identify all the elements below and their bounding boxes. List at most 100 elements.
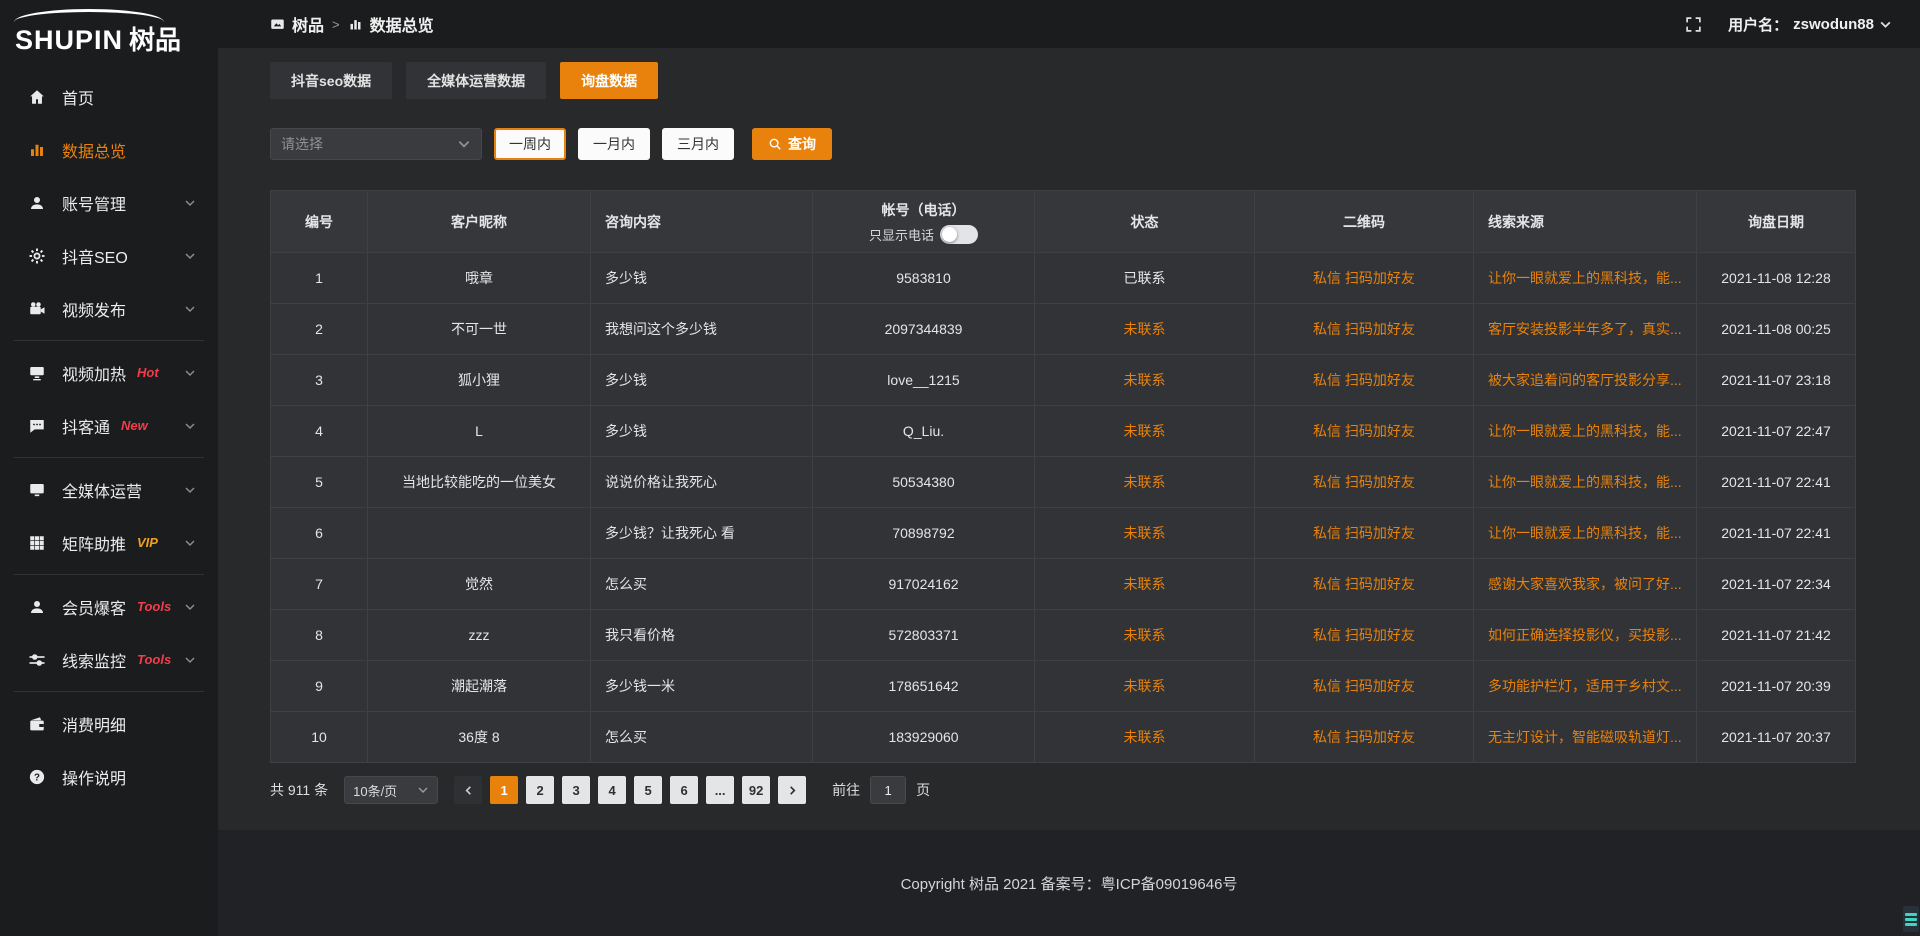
logo-text-en: SHUPIN xyxy=(15,25,123,55)
sidebar-item-douyin-seo[interactable]: 抖音SEO xyxy=(0,229,218,282)
sidebar-item-omnimedia[interactable]: 全媒体运营 xyxy=(0,463,218,516)
page-button-3[interactable]: 3 xyxy=(562,776,590,804)
sidebar-item-home[interactable]: 首页 xyxy=(0,70,218,123)
sidebar-item-instructions[interactable]: ? 操作说明 xyxy=(0,750,218,803)
cell-source-link[interactable]: 被大家追着问的客厅投影分享... xyxy=(1474,355,1697,406)
bar-chart-icon xyxy=(27,140,47,160)
cell-date: 2021-11-07 22:47 xyxy=(1697,406,1856,457)
cell-source-link[interactable]: 多功能护栏灯，适用于乡村文... xyxy=(1474,661,1697,712)
sidebar-item-consumption-detail[interactable]: 消费明细 xyxy=(0,697,218,750)
goto-page-input[interactable] xyxy=(870,776,906,804)
page-button-92[interactable]: 92 xyxy=(742,776,770,804)
cell-content: 多少钱 xyxy=(591,355,813,406)
cell-account: 9583810 xyxy=(813,253,1035,304)
tab-douyin-seo-data[interactable]: 抖音seo数据 xyxy=(270,62,392,99)
cell-qrcode-link[interactable]: 私信 扫码加好友 xyxy=(1255,712,1474,763)
cell-date: 2021-11-07 23:18 xyxy=(1697,355,1856,406)
tab-omnimedia-data[interactable]: 全媒体运营数据 xyxy=(406,62,546,99)
header-id: 编号 xyxy=(271,191,368,253)
cell-qrcode-link[interactable]: 私信 扫码加好友 xyxy=(1255,610,1474,661)
phone-only-toggle[interactable] xyxy=(940,225,978,244)
chevron-down-icon xyxy=(1879,18,1892,31)
cell-qrcode-link[interactable]: 私信 扫码加好友 xyxy=(1255,661,1474,712)
user-menu[interactable]: 用户名：zswodun88 xyxy=(1728,14,1892,35)
sidebar-item-douketong[interactable]: 抖客通 New xyxy=(0,399,218,452)
breadcrumb-home[interactable]: 树品 xyxy=(270,12,324,36)
tab-inquiry-data[interactable]: 询盘数据 xyxy=(560,62,658,99)
page-button-1[interactable]: 1 xyxy=(490,776,518,804)
hot-badge: Hot xyxy=(137,365,159,380)
sidebar-item-account-management[interactable]: 账号管理 xyxy=(0,176,218,229)
sidebar: SHUPIN树品 首页 数据总览 账号管理 抖音SEO xyxy=(0,0,218,936)
cell-id: 2 xyxy=(271,304,368,355)
page-button-2[interactable]: 2 xyxy=(526,776,554,804)
range-month-button[interactable]: 一月内 xyxy=(578,128,650,160)
cell-qrcode-link[interactable]: 私信 扫码加好友 xyxy=(1255,508,1474,559)
vip-badge: VIP xyxy=(137,535,158,550)
cell-qrcode-link[interactable]: 私信 扫码加好友 xyxy=(1255,253,1474,304)
cell-source-link[interactable]: 如何正确选择投影仪，买投影... xyxy=(1474,610,1697,661)
cell-qrcode-link[interactable]: 私信 扫码加好友 xyxy=(1255,355,1474,406)
cell-status-badge: 未联系 xyxy=(1035,712,1255,763)
page-button-6[interactable]: 6 xyxy=(670,776,698,804)
tools-badge: Tools xyxy=(137,652,171,667)
cell-id: 3 xyxy=(271,355,368,406)
fullscreen-icon[interactable] xyxy=(1685,16,1702,33)
sidebar-item-video-publish[interactable]: 视频发布 xyxy=(0,282,218,335)
topbar: 树品 > 数据总览 用户名：zswodun88 xyxy=(218,0,1920,48)
chevron-down-icon xyxy=(184,654,196,666)
next-page-button[interactable] xyxy=(778,776,806,804)
cell-date: 2021-11-07 20:39 xyxy=(1697,661,1856,712)
sidebar-item-label: 操作说明 xyxy=(62,765,126,789)
search-button[interactable]: 查询 xyxy=(752,128,832,160)
cell-source-link[interactable]: 让你一眼就爱上的黑科技，能... xyxy=(1474,457,1697,508)
range-quarter-button[interactable]: 三月内 xyxy=(662,128,734,160)
cell-source-link[interactable]: 让你一眼就爱上的黑科技，能... xyxy=(1474,253,1697,304)
cell-account: 572803371 xyxy=(813,610,1035,661)
cell-nickname: 36度 8 xyxy=(368,712,591,763)
cell-qrcode-link[interactable]: 私信 扫码加好友 xyxy=(1255,406,1474,457)
sidebar-item-matrix-boost[interactable]: 矩阵助推 VIP xyxy=(0,516,218,569)
sidebar-item-label: 矩阵助推 xyxy=(62,531,126,555)
table-row: 8 zzz 我只看价格 572803371 未联系 私信 扫码加好友 如何正确选… xyxy=(271,610,1856,661)
sidebar-item-label: 线索监控 xyxy=(62,648,126,672)
person-icon xyxy=(27,597,47,617)
breadcrumb-current-label: 数据总览 xyxy=(370,12,434,36)
cell-source-link[interactable]: 客厅安装投影半年多了，真实... xyxy=(1474,304,1697,355)
cell-source-link[interactable]: 让你一眼就爱上的黑科技，能... xyxy=(1474,406,1697,457)
page-button-5[interactable]: 5 xyxy=(634,776,662,804)
chevron-left-icon xyxy=(463,785,474,796)
header-date: 询盘日期 xyxy=(1697,191,1856,253)
chevron-down-icon xyxy=(184,367,196,379)
header-status: 状态 xyxy=(1035,191,1255,253)
cell-status-badge: 未联系 xyxy=(1035,610,1255,661)
page-size-select[interactable]: 10条/页 xyxy=(344,776,438,804)
cell-qrcode-link[interactable]: 私信 扫码加好友 xyxy=(1255,304,1474,355)
sidebar-item-lead-monitor[interactable]: 线索监控 Tools xyxy=(0,633,218,686)
cell-source-link[interactable]: 让你一眼就爱上的黑科技，能... xyxy=(1474,508,1697,559)
sidebar-item-video-heating[interactable]: 视频加热 Hot xyxy=(0,346,218,399)
account-select[interactable]: 请选择 xyxy=(270,128,482,160)
chevron-down-icon xyxy=(184,484,196,496)
cell-qrcode-link[interactable]: 私信 扫码加好友 xyxy=(1255,559,1474,610)
cell-source-link[interactable]: 感谢大家喜欢我家，被问了好... xyxy=(1474,559,1697,610)
table-row: 4 L 多少钱 Q_Liu. 未联系 私信 扫码加好友 让你一眼就爱上的黑科技，… xyxy=(271,406,1856,457)
cell-nickname: 狐小狸 xyxy=(368,355,591,406)
cell-account: Q_Liu. xyxy=(813,406,1035,457)
chevron-down-icon xyxy=(417,784,429,796)
sidebar-item-label: 抖客通 xyxy=(62,414,110,438)
range-week-button[interactable]: 一周内 xyxy=(494,128,566,160)
page-list: 123456... 92 xyxy=(482,776,770,804)
cell-source-link[interactable]: 无主灯设计，智能磁吸轨道灯... xyxy=(1474,712,1697,763)
prev-page-button[interactable] xyxy=(454,776,482,804)
cell-content: 多少钱 xyxy=(591,253,813,304)
cell-qrcode-link[interactable]: 私信 扫码加好友 xyxy=(1255,457,1474,508)
cell-status-badge: 未联系 xyxy=(1035,355,1255,406)
sidebar-item-data-overview[interactable]: 数据总览 xyxy=(0,123,218,176)
goto-unit: 页 xyxy=(916,780,930,800)
page-ellipsis-button[interactable]: ... xyxy=(706,776,734,804)
page-button-4[interactable]: 4 xyxy=(598,776,626,804)
menu-divider xyxy=(14,691,204,692)
sidebar-item-member-baoke[interactable]: 会员爆客 Tools xyxy=(0,580,218,633)
inquiry-table: 编号 客户昵称 咨询内容 帐号（电话） 只显示电话 状态 二维码 线索来源 xyxy=(270,190,1856,763)
